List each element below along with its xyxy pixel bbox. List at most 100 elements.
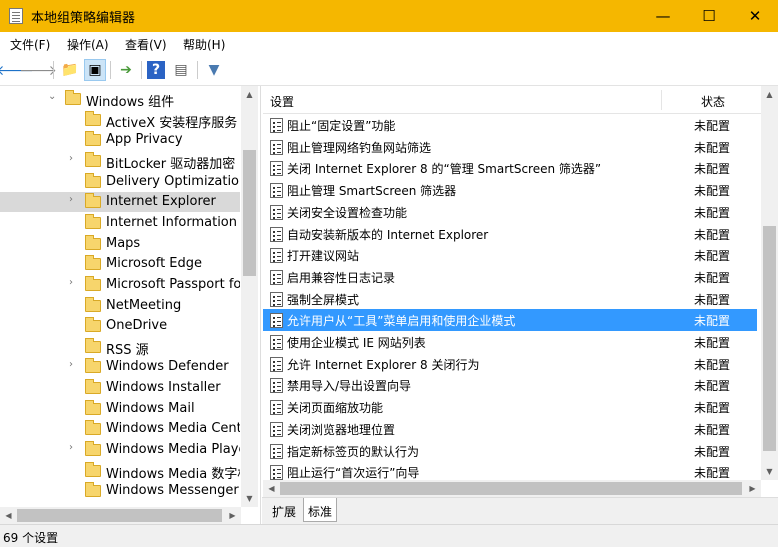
tree-item[interactable]: Windows Installer xyxy=(0,378,240,398)
maximize-button[interactable]: ☐ xyxy=(686,0,732,32)
table-row[interactable]: 强制全屏模式 未配置 xyxy=(263,288,757,310)
policy-setting-icon xyxy=(270,226,283,242)
table-row[interactable]: 允许用户从“工具”菜单启用和使用企业模式 未配置 xyxy=(263,309,757,332)
setting-state: 未配置 xyxy=(694,379,731,394)
help-icon[interactable]: ? xyxy=(147,61,165,79)
folder-icon xyxy=(85,337,101,353)
table-row[interactable]: 指定新标签页的默认行为 未配置 xyxy=(263,440,757,462)
show-hide-tree-icon[interactable]: ▣ xyxy=(84,59,106,81)
list-horizontal-scrollbar[interactable]: ◀ ▶ xyxy=(263,480,761,497)
setting-name: 允许 Internet Explorer 8 关闭行为 xyxy=(287,357,480,372)
table-row[interactable]: 打开建议网站 未配置 xyxy=(263,244,757,266)
table-row[interactable]: 自动安装新版本的 Internet Explorer 未配置 xyxy=(263,223,757,245)
close-button[interactable]: ✕ xyxy=(732,0,778,32)
chevron-right-icon[interactable]: › xyxy=(69,277,79,288)
chevron-right-icon[interactable]: › xyxy=(69,442,79,453)
column-header-setting[interactable]: 设置 xyxy=(270,93,294,110)
tree-item[interactable]: Windows Mail xyxy=(0,399,240,419)
scroll-right-icon[interactable]: ▶ xyxy=(224,507,241,524)
tree-item[interactable]: › Windows Defender xyxy=(0,357,240,377)
scroll-right-icon[interactable]: ▶ xyxy=(744,480,761,497)
policy-setting-icon xyxy=(270,248,283,264)
table-row[interactable]: 禁用导入/导出设置向导 未配置 xyxy=(263,374,757,396)
table-row[interactable]: 启用兼容性日志记录 未配置 xyxy=(263,266,757,288)
tree-item[interactable]: App Privacy xyxy=(0,130,240,150)
export-list-icon[interactable]: ➔ xyxy=(115,59,137,81)
setting-name: 阻止管理 SmartScreen 筛选器 xyxy=(287,184,457,199)
tree-item[interactable]: › Microsoft Passport for xyxy=(0,275,240,295)
tree-item[interactable]: Delivery Optimization xyxy=(0,172,240,192)
scroll-down-icon[interactable]: ▼ xyxy=(241,490,258,507)
table-row[interactable]: 阻止“固定设置”功能 未配置 xyxy=(263,114,757,136)
scroll-thumb[interactable] xyxy=(763,226,776,451)
chevron-right-icon[interactable]: › xyxy=(69,359,79,370)
tree-vertical-scrollbar[interactable]: ▲ ▼ xyxy=(241,86,258,507)
scroll-down-icon[interactable]: ▼ xyxy=(761,463,778,480)
column-divider[interactable] xyxy=(661,90,662,110)
folder-icon xyxy=(85,151,101,167)
tree-item-label: App Privacy xyxy=(106,132,183,148)
tree-item-label: Windows Messenger xyxy=(106,483,239,499)
scroll-left-icon[interactable]: ◀ xyxy=(0,507,17,524)
chevron-down-icon[interactable]: ⌄ xyxy=(48,91,58,102)
scroll-thumb[interactable] xyxy=(17,509,222,522)
scroll-thumb[interactable] xyxy=(280,482,742,495)
tree-item[interactable]: Maps xyxy=(0,234,240,254)
scroll-left-icon[interactable]: ◀ xyxy=(263,480,280,497)
table-row[interactable]: 阻止管理 SmartScreen 筛选器 未配置 xyxy=(263,179,757,201)
menu-view[interactable]: 查看(V) xyxy=(125,36,167,53)
column-header-state[interactable]: 状态 xyxy=(701,93,725,110)
scroll-thumb[interactable] xyxy=(243,150,256,276)
view-tabs: 扩展 标准 xyxy=(262,497,778,524)
table-row[interactable]: 允许 Internet Explorer 8 关闭行为 未配置 xyxy=(263,353,757,375)
folder-icon xyxy=(85,213,101,229)
tree-pane[interactable]: ⌄ Windows 组件 ActiveX 安装程序服务 App Privacy › Bit… xyxy=(0,86,261,524)
tree-item[interactable]: › Internet Explorer xyxy=(0,192,240,213)
list-header: 设置 状态 xyxy=(263,86,761,114)
table-row[interactable]: 关闭页面缩放功能 未配置 xyxy=(263,396,757,418)
policy-setting-icon xyxy=(270,356,283,372)
minimize-button[interactable]: — xyxy=(640,0,686,32)
tree-horizontal-scrollbar[interactable]: ◀ ▶ xyxy=(0,507,241,524)
table-row[interactable]: 关闭安全设置检查功能 未配置 xyxy=(263,201,757,223)
menu-file[interactable]: 文件(F) xyxy=(10,36,50,53)
tree-item[interactable]: ⌄ Windows 组件 xyxy=(0,89,240,109)
tree-item-label: Microsoft Passport for xyxy=(106,276,240,292)
up-folder-icon[interactable]: 📁 xyxy=(59,59,81,81)
setting-name: 允许用户从“工具”菜单启用和使用企业模式 xyxy=(287,314,516,329)
tree-item[interactable]: OneDrive xyxy=(0,316,240,336)
forward-arrow-icon[interactable]: 🡒 xyxy=(19,59,57,81)
tree-item[interactable]: Windows Media 数字权 xyxy=(0,461,240,481)
tree-item[interactable]: Windows Messenger xyxy=(0,481,240,501)
setting-state: 未配置 xyxy=(694,249,731,264)
setting-state: 未配置 xyxy=(694,422,731,437)
table-row[interactable]: 关闭 Internet Explorer 8 的“管理 SmartScreen … xyxy=(263,157,757,179)
tree-item[interactable]: Microsoft Edge xyxy=(0,254,240,274)
setting-name: 阻止管理网络钓鱼网站筛选 xyxy=(287,140,432,155)
policy-setting-icon xyxy=(270,139,283,155)
tab-standard[interactable]: 标准 xyxy=(303,498,338,522)
tree-item[interactable]: ActiveX 安装程序服务 xyxy=(0,110,240,130)
tree-item[interactable]: Windows Media Cente xyxy=(0,419,240,439)
tab-extended[interactable]: 扩展 xyxy=(268,498,300,522)
list-vertical-scrollbar[interactable]: ▲ ▼ xyxy=(761,86,778,480)
table-row[interactable]: 使用企业模式 IE 网站列表 未配置 xyxy=(263,331,757,353)
scroll-up-icon[interactable]: ▲ xyxy=(241,86,258,103)
tree-item[interactable]: › Windows Media Playe xyxy=(0,440,240,460)
tree-item[interactable]: Internet Information S xyxy=(0,213,240,233)
table-row[interactable]: 关闭浏览器地理位置 未配置 xyxy=(263,418,757,440)
tree-item[interactable]: NetMeeting xyxy=(0,296,240,316)
chevron-right-icon[interactable]: › xyxy=(69,194,79,205)
settings-list-pane[interactable]: 设置 状态 阻止“固定设置”功能 未配置 阻止管理网络钓鱼网站筛选 未配置 关闭 Int… xyxy=(263,86,778,497)
menu-help[interactable]: 帮助(H) xyxy=(183,36,225,53)
tree-item[interactable]: › BitLocker 驱动器加密 xyxy=(0,151,240,171)
setting-name: 关闭安全设置检查功能 xyxy=(287,205,408,220)
filter-icon[interactable]: ▼ xyxy=(203,59,225,81)
scroll-up-icon[interactable]: ▲ xyxy=(761,86,778,103)
setting-name: 关闭浏览器地理位置 xyxy=(287,422,396,437)
table-row[interactable]: 阻止管理网络钓鱼网站筛选 未配置 xyxy=(263,136,757,158)
menu-action[interactable]: 操作(A) xyxy=(67,36,109,53)
properties-icon[interactable]: ▤ xyxy=(170,59,192,81)
tree-item[interactable]: RSS 源 xyxy=(0,337,240,357)
chevron-right-icon[interactable]: › xyxy=(69,153,79,164)
